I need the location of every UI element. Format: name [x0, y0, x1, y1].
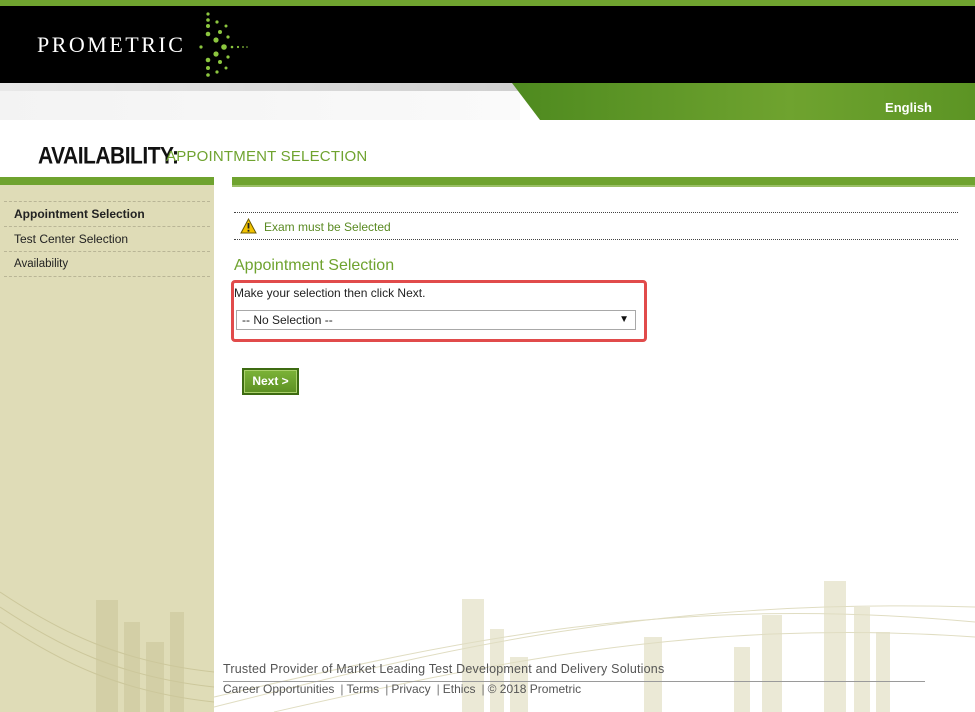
- header-band: English: [0, 83, 975, 120]
- site-header: PROMETRIC: [0, 6, 975, 83]
- footer-tagline: Trusted Provider of Market Leading Test …: [223, 662, 665, 676]
- warning-text: Exam must be Selected: [264, 220, 391, 234]
- sidebar-item-test-center-selection[interactable]: Test Center Selection: [4, 227, 210, 252]
- appointment-select-value: -- No Selection --: [242, 313, 333, 327]
- sidebar-wave-decoration: [0, 591, 214, 712]
- sidebar-nav: Appointment Selection Test Center Select…: [4, 201, 210, 277]
- page-title: AVAILABILITY:: [38, 143, 179, 170]
- content-top-rule: [232, 177, 975, 187]
- footer-link-ethics[interactable]: Ethics: [443, 682, 476, 696]
- sidebar-item-appointment-selection[interactable]: Appointment Selection: [4, 202, 210, 227]
- page-subtitle: APPOINTMENT SELECTION: [166, 148, 368, 165]
- prometric-starburst-icon: [199, 12, 248, 77]
- sidebar: Appointment Selection Test Center Select…: [0, 185, 214, 712]
- language-bar: English: [512, 83, 975, 120]
- footer-copyright: © 2018 Prometric: [487, 682, 582, 696]
- page-title-row: AVAILABILITY: APPOINTMENT SELECTION: [0, 120, 975, 177]
- section-title: Appointment Selection: [234, 257, 395, 274]
- warning-icon: [240, 218, 257, 234]
- world-map-decoration: [0, 91, 520, 120]
- sidebar-item-availability[interactable]: Availability: [4, 252, 210, 277]
- footer-link-careers[interactable]: Career Opportunities: [223, 682, 334, 696]
- next-button[interactable]: Next >: [242, 368, 299, 395]
- dropdown-arrow-icon: ▼: [619, 314, 629, 325]
- language-link[interactable]: English: [885, 100, 932, 115]
- footer-links: Career Opportunities | Terms | Privacy | Ethic…: [223, 682, 582, 696]
- main-content: Exam must be Selected Appointment Select…: [214, 187, 975, 712]
- footer-link-privacy[interactable]: Privacy: [391, 682, 430, 696]
- prometric-logo-text[interactable]: PROMETRIC: [37, 32, 185, 58]
- selection-instruction: Make your selection then click Next.: [234, 286, 426, 300]
- warning-notice: Exam must be Selected: [234, 212, 958, 240]
- sidebar-top-rule: [0, 177, 214, 185]
- appointment-select[interactable]: -- No Selection -- ▼: [236, 310, 636, 330]
- footer-link-terms[interactable]: Terms: [347, 682, 380, 696]
